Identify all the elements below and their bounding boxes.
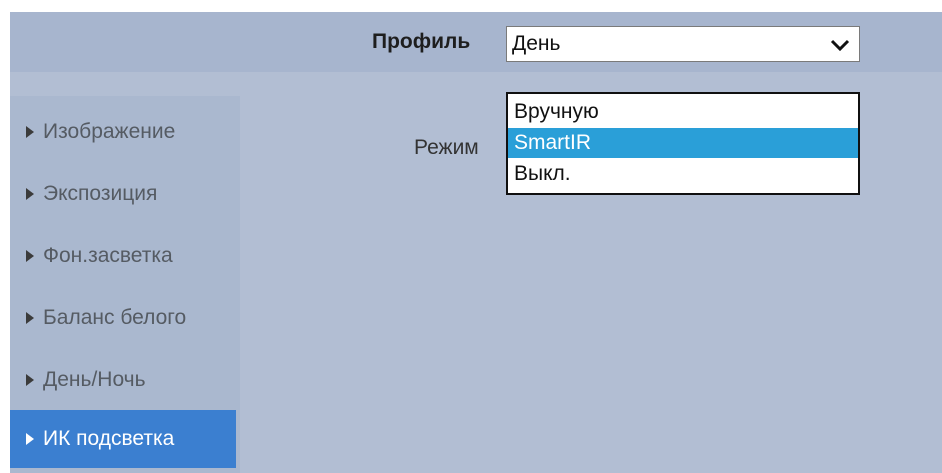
triangle-right-icon — [26, 250, 34, 262]
sidebar-item-label: Изображение — [43, 120, 176, 143]
mode-option-off[interactable]: Выкл. — [508, 159, 858, 189]
sidebar-item-day-night[interactable]: День/Ночь — [10, 354, 236, 406]
triangle-right-icon — [26, 312, 34, 324]
profile-select[interactable]: День — [506, 26, 860, 62]
mode-option-label: SmartIR — [514, 131, 592, 154]
sidebar-item-label: Баланс белого — [43, 306, 187, 329]
triangle-right-icon — [26, 188, 34, 200]
sidebar-item-label: Экспозиция — [43, 182, 158, 205]
chevron-down-icon — [830, 39, 850, 52]
sidebar-item-label: День/Ночь — [43, 368, 146, 391]
sidebar-item-label: ИК подсветка — [43, 427, 175, 450]
mode-option-label: Выкл. — [514, 162, 571, 185]
triangle-right-icon — [26, 374, 34, 386]
sidebar-item-backlight[interactable]: Фон.засветка — [10, 230, 236, 282]
profile-select-value: День — [512, 32, 561, 55]
triangle-right-icon — [26, 126, 34, 138]
profile-label: Профиль — [372, 30, 471, 53]
mode-label: Режим — [414, 136, 479, 159]
sidebar-item-image[interactable]: Изображение — [10, 106, 236, 158]
mode-dropdown-list: Вручную SmartIR Выкл. — [506, 92, 860, 195]
sidebar-item-white-balance[interactable]: Баланс белого — [10, 292, 236, 344]
settings-frame: Профиль День Изображение Экспозиция Фон.… — [0, 0, 942, 473]
mode-option-smartir[interactable]: SmartIR — [508, 128, 858, 158]
mode-option-manual[interactable]: Вручную — [508, 97, 858, 127]
sidebar-item-exposure[interactable]: Экспозиция — [10, 168, 236, 220]
sidebar-item-ir-light[interactable]: ИК подсветка — [10, 410, 236, 468]
sidebar-item-label: Фон.засветка — [43, 244, 173, 267]
triangle-right-icon — [26, 433, 34, 445]
mode-option-label: Вручную — [514, 100, 599, 123]
